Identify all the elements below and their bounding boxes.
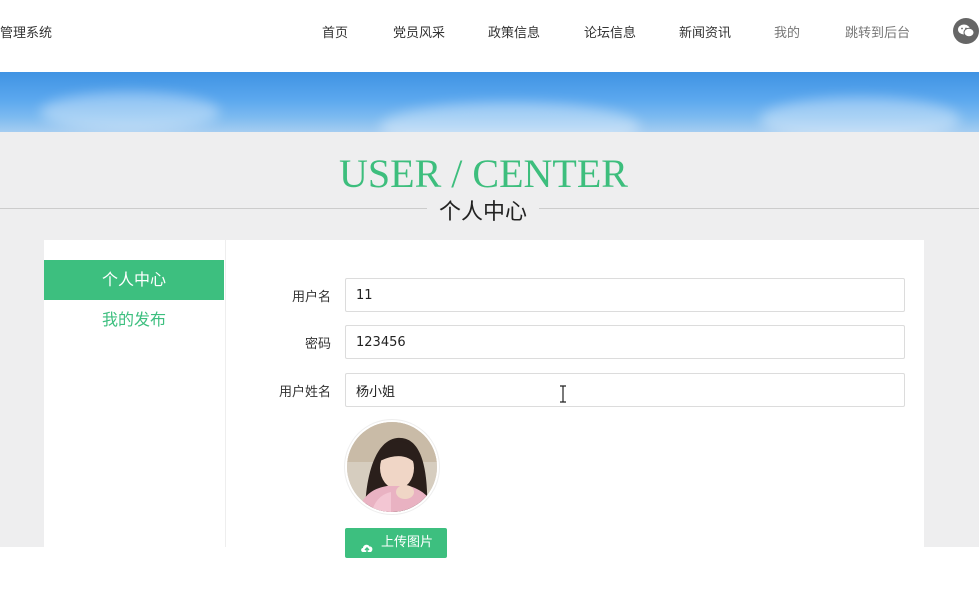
upload-cloud-icon xyxy=(360,537,374,553)
sidebar-item-my-posts[interactable]: 我的发布 xyxy=(44,300,224,340)
realname-label: 用户姓名 xyxy=(278,385,331,400)
top-navigation: 管理系统 首页 党员风采 政策信息 论坛信息 新闻资讯 我的 跳转到后台 xyxy=(0,0,979,72)
upload-image-button[interactable]: 上传图片 xyxy=(345,528,447,558)
text-cursor-icon xyxy=(559,385,567,403)
password-label: 密码 xyxy=(304,337,331,352)
site-brand: 管理系统 xyxy=(0,26,53,41)
user-panel: 个人中心 我的发布 用户名 密码 用户姓名 xyxy=(44,240,924,558)
password-input[interactable] xyxy=(345,325,905,359)
username-input[interactable] xyxy=(345,278,905,312)
user-center-section: USER / CENTER 个人中心 个人中心 我的发布 用户名 密码 用户姓名 xyxy=(0,132,979,558)
page-title-en: USER / CENTER xyxy=(339,151,628,196)
page-title-cn: 个人中心 xyxy=(427,194,539,226)
sidebar: 个人中心 我的发布 xyxy=(44,240,226,547)
username-label: 用户名 xyxy=(291,290,331,305)
nav-party-members[interactable]: 党员风采 xyxy=(393,22,445,41)
nav-news[interactable]: 新闻资讯 xyxy=(679,22,731,41)
sidebar-item-user-center[interactable]: 个人中心 xyxy=(44,260,224,300)
nav-mine[interactable]: 我的 xyxy=(774,22,800,41)
nav-home[interactable]: 首页 xyxy=(322,22,348,41)
nav-forum[interactable]: 论坛信息 xyxy=(584,22,636,41)
upload-button-label: 上传图片 xyxy=(381,535,434,550)
realname-input[interactable] xyxy=(345,373,905,407)
nav-policy-info[interactable]: 政策信息 xyxy=(488,22,540,41)
nav-admin-link[interactable]: 跳转到后台 xyxy=(845,22,910,41)
avatar xyxy=(345,420,439,514)
wechat-icon[interactable] xyxy=(953,18,979,44)
hero-banner xyxy=(0,72,979,132)
